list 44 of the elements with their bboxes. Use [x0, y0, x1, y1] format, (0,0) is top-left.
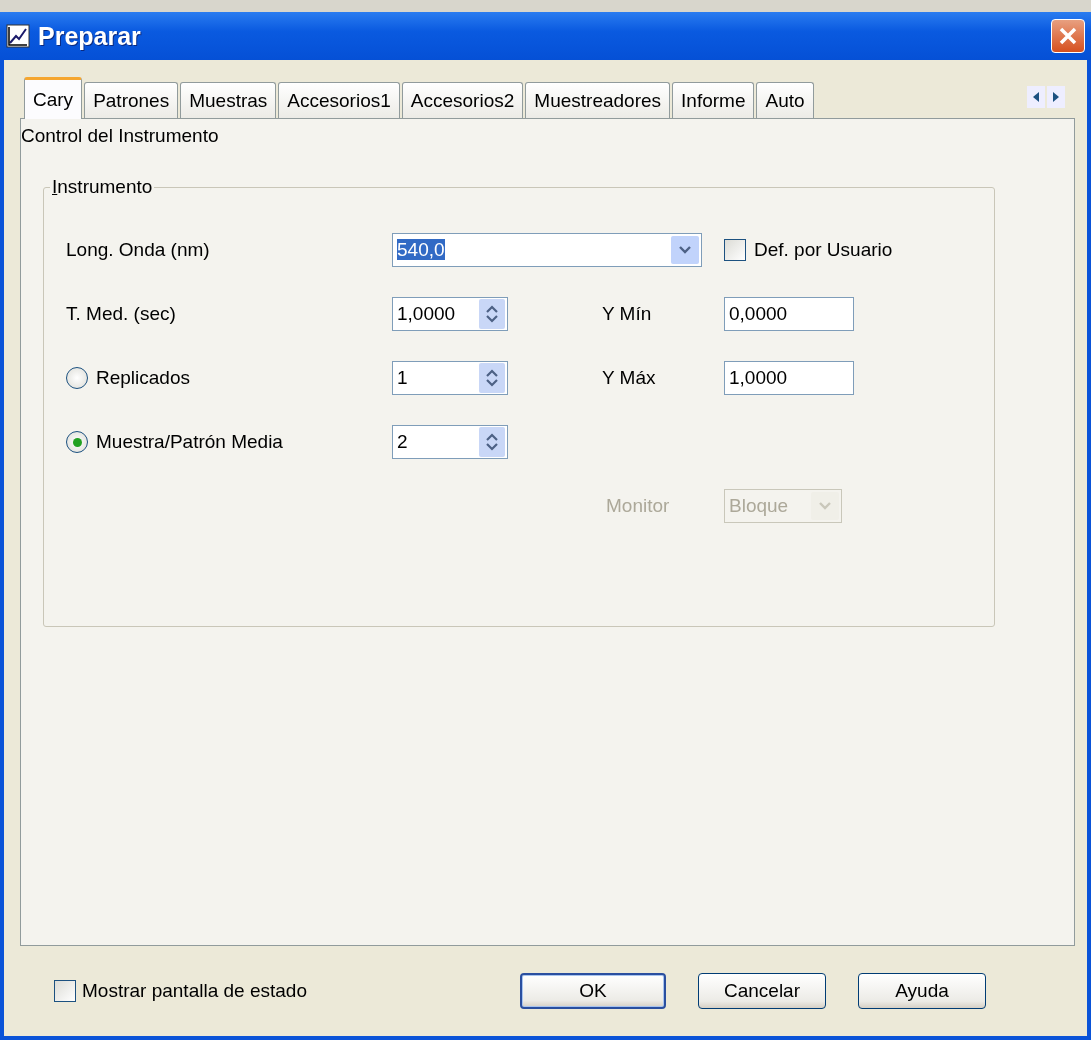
right-arrow-icon [1052, 92, 1060, 102]
tab[interactable]: Patrones [84, 82, 179, 118]
checkbox-label[interactable]: Mostrar pantalla de estado [82, 980, 307, 1002]
spin-arrows-icon [485, 432, 499, 452]
radio-button[interactable] [66, 431, 88, 453]
radio-button[interactable] [66, 367, 88, 389]
tab[interactable]: Muestreadores [525, 82, 671, 118]
close-button[interactable] [1051, 19, 1085, 53]
dialog-button[interactable]: Cancelar [698, 973, 826, 1009]
section-label: Control del Instrumento [21, 125, 220, 147]
checkbox-label[interactable]: Def. por Usuario [754, 239, 893, 261]
checkbox[interactable] [54, 980, 76, 1002]
spin-arrows-icon [485, 368, 499, 388]
tab[interactable]: Auto [756, 82, 814, 118]
tab[interactable]: Accesorios1 [278, 82, 400, 118]
field-label: Y Máx [602, 367, 657, 389]
scroll-right-button[interactable] [1047, 86, 1065, 108]
left-arrow-icon [1032, 92, 1040, 102]
close-icon [1058, 26, 1078, 46]
text-field[interactable]: 0,0000 [724, 297, 854, 331]
spin-field[interactable]: 2 [392, 425, 508, 459]
tab[interactable]: Informe [672, 82, 755, 118]
chart-icon [6, 24, 30, 48]
scroll-left-button[interactable] [1027, 86, 1045, 108]
spin-field[interactable]: 1 [392, 361, 508, 395]
tab[interactable]: Muestras [180, 82, 277, 118]
field-label: Y Mín [602, 303, 653, 325]
text-field[interactable]: 1,0000 [724, 361, 854, 395]
caret-icon [679, 246, 691, 254]
field-label: Monitor [606, 495, 671, 517]
radio-label[interactable]: Muestra/Patrón Media [96, 431, 283, 453]
dialog-button[interactable]: Ayuda [858, 973, 986, 1009]
caret-icon [819, 502, 831, 510]
radio-label[interactable]: Replicados [96, 367, 190, 389]
dropdown-field[interactable]: 540,0 [392, 233, 702, 267]
field-label: T. Med. (sec) [66, 303, 176, 324]
field-label: Long. Onda (nm) [66, 239, 210, 260]
spin-field[interactable]: 1,0000 [392, 297, 508, 331]
window-title: Preparar [38, 21, 142, 51]
tab[interactable]: Cary [24, 77, 83, 119]
tab[interactable]: Accesorios2 [401, 82, 524, 118]
checkbox[interactable] [724, 239, 746, 261]
spin-arrows-icon [485, 304, 499, 324]
dialog-button[interactable]: OK [520, 973, 666, 1009]
